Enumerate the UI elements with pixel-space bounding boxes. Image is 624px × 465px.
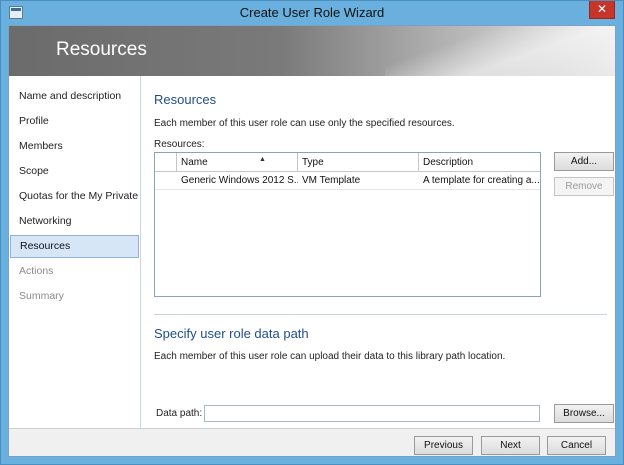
datapath-input[interactable] — [204, 405, 540, 422]
close-button[interactable]: ✕ — [589, 1, 615, 19]
add-resource-button[interactable]: Add... — [554, 152, 614, 171]
nav-item-summary: Summary — [19, 290, 64, 302]
wizard-step-nav: Name and description Profile Members Sco… — [9, 76, 141, 428]
cancel-button[interactable]: Cancel — [547, 436, 606, 455]
nav-item-networking[interactable]: Networking — [10, 210, 139, 233]
resources-description: Each member of this user role can use on… — [154, 118, 455, 129]
cell-type: VM Template — [302, 175, 361, 186]
grid-header-selector[interactable] — [155, 153, 177, 172]
column-header-name-label: Name — [181, 157, 208, 168]
previous-button[interactable]: Previous — [414, 436, 473, 455]
datapath-heading: Specify user role data path — [154, 326, 309, 341]
browse-button[interactable]: Browse... — [554, 404, 614, 423]
page-banner: Resources — [9, 26, 615, 76]
table-row[interactable]: Generic Windows 2012 S... VM Template A … — [155, 172, 540, 190]
banner-title: Resources — [56, 39, 147, 60]
cell-name: Generic Windows 2012 S... — [181, 175, 298, 186]
wizard-footer: Previous Next Cancel — [9, 428, 615, 456]
window-title: Create User Role Wizard — [239, 5, 385, 20]
datapath-field-label: Data path: — [156, 408, 203, 419]
nav-item-members[interactable]: Members — [10, 135, 139, 158]
nav-item-name-and-description[interactable]: Name and description — [10, 85, 139, 108]
nav-item-profile[interactable]: Profile — [10, 110, 139, 133]
next-button[interactable]: Next — [481, 436, 540, 455]
cell-description: A template for creating a... — [423, 175, 540, 186]
sort-ascending-icon: ▲ — [259, 156, 266, 163]
wizard-client-area: Resources Name and description Profile M… — [8, 25, 616, 457]
column-header-name[interactable]: Name ▲ — [177, 153, 298, 172]
nav-item-scope[interactable]: Scope — [10, 160, 139, 183]
title-bar[interactable]: Create User Role Wizard ✕ — [1, 1, 623, 25]
nav-item-resources[interactable]: Resources — [10, 235, 139, 258]
resources-list-label: Resources: — [154, 139, 205, 150]
column-header-type[interactable]: Type — [298, 153, 419, 172]
wizard-window: Create User Role Wizard ✕ Resources Name… — [0, 0, 624, 465]
resources-heading: Resources — [154, 92, 217, 107]
grid-header: Name ▲ Type Description — [155, 153, 540, 172]
section-divider — [154, 314, 607, 315]
datapath-description: Each member of this user role can upload… — [154, 351, 506, 362]
main-pane: Resources Each member of this user role … — [142, 76, 615, 428]
nav-item-actions: Actions — [19, 265, 54, 277]
resources-grid[interactable]: Name ▲ Type Description Generic Windows … — [154, 152, 541, 297]
remove-resource-button: Remove — [554, 177, 614, 196]
column-header-description[interactable]: Description — [419, 153, 540, 172]
nav-item-quotas[interactable]: Quotas for the My Private... — [10, 185, 139, 208]
